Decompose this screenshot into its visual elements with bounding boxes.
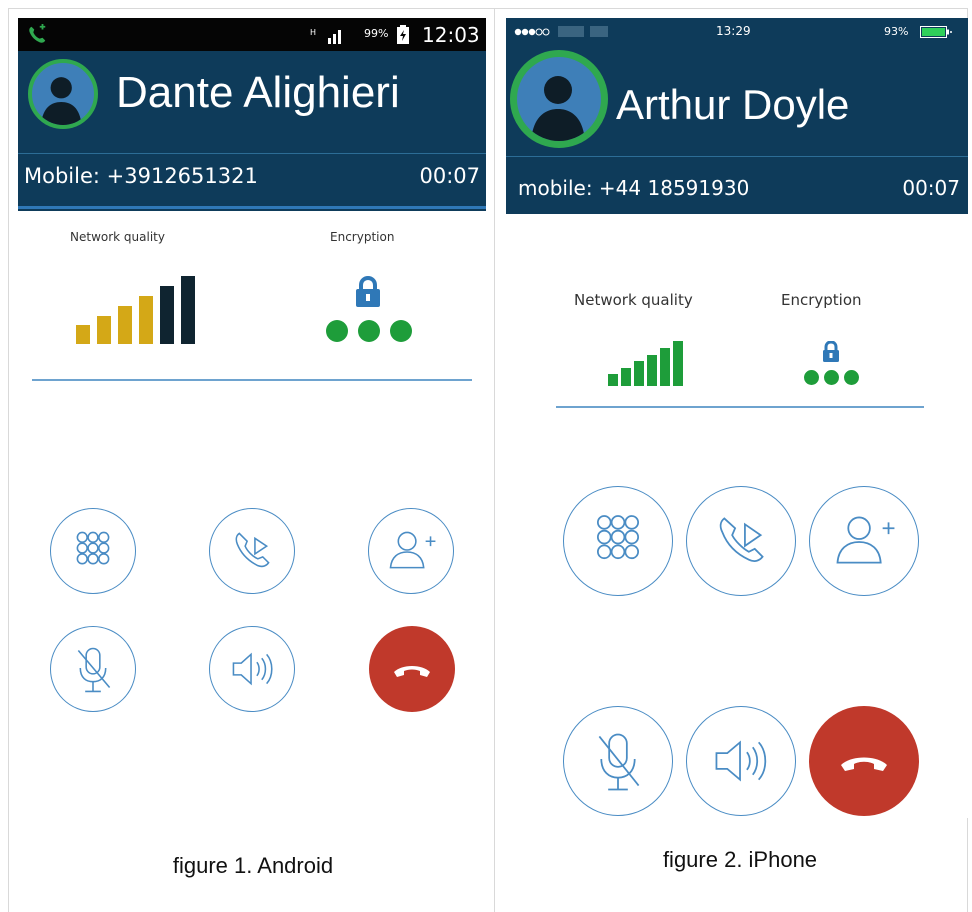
svg-text:H: H [310, 28, 316, 37]
encryption-label: Encryption [781, 291, 862, 309]
signal-bar-1 [608, 374, 618, 386]
network-quality-label: Network quality [70, 230, 165, 244]
encryption-dot-2 [824, 370, 839, 385]
end-call-button[interactable] [369, 626, 455, 712]
lock-icon [823, 341, 839, 362]
phone-play-icon [235, 532, 270, 568]
signal-bar-2 [97, 316, 111, 344]
quality-divider [32, 379, 472, 381]
network-type-label [590, 26, 608, 37]
mute-button[interactable] [50, 626, 136, 712]
add-contact-button[interactable] [368, 508, 454, 594]
network-quality-bars [76, 276, 196, 344]
signal-bar-5 [660, 348, 670, 386]
phone-number: Mobile: +3912651321 [24, 164, 258, 188]
contact-name: Arthur Doyle [616, 81, 850, 128]
signal-dots-icon [514, 28, 550, 36]
speaker-button[interactable] [686, 706, 796, 816]
contact-name: Dante Alighieri [116, 68, 400, 117]
table-border-top [8, 8, 968, 9]
header-bottom-line [18, 206, 486, 209]
table-border-middle [494, 8, 495, 912]
table-border-left [8, 8, 9, 912]
end-call-button[interactable] [809, 706, 919, 816]
signal-bar-3 [118, 306, 132, 344]
network-quality-label: Network quality [574, 291, 693, 309]
speaker-icon [232, 652, 273, 686]
iphone-screen: 13:29 93% Arthur Doyle mobile: +44 18591… [506, 18, 968, 818]
add-user-icon [389, 531, 436, 569]
add-contact-button[interactable] [809, 486, 919, 596]
phone-play-icon [719, 517, 764, 562]
person-silhouette-icon [40, 77, 82, 125]
phone-call-status-icon [29, 24, 46, 43]
encryption-dots [804, 370, 864, 386]
person-silhouette-icon [531, 76, 585, 141]
keypad-icon [76, 531, 110, 565]
signal-bar-1 [76, 325, 90, 344]
add-user-icon [836, 516, 895, 564]
figure-table: H 99% 12:03 Dante Alighieri Mobile: +391… [0, 0, 972, 912]
header-separator [18, 153, 486, 154]
android-call-header: Dante Alighieri Mobile: +3912651321 00:0… [18, 51, 486, 211]
android-screen: H 99% 12:03 Dante Alighieri Mobile: +391… [18, 18, 486, 738]
keypad-button[interactable] [563, 486, 673, 596]
encryption-dot-1 [804, 370, 819, 385]
keypad-icon [596, 515, 640, 560]
signal-bar-3 [634, 361, 644, 386]
call-transfer-button[interactable] [209, 508, 295, 594]
status-time: 13:29 [716, 24, 751, 38]
speaker-button[interactable] [209, 626, 295, 712]
network-quality-bars [608, 341, 688, 386]
mute-button[interactable] [563, 706, 673, 816]
iphone-status-bar: 13:29 93% [506, 18, 968, 46]
speaker-icon [715, 740, 767, 782]
encryption-dots [326, 320, 416, 344]
call-transfer-button[interactable] [686, 486, 796, 596]
signal-bar-5 [160, 286, 174, 344]
iphone-call-header: Arthur Doyle mobile: +44 18591930 00:07 [506, 46, 968, 214]
phone-number: mobile: +44 18591930 [518, 176, 750, 200]
keypad-button[interactable] [50, 508, 136, 594]
encryption-dot-2 [358, 320, 380, 342]
mic-off-icon [598, 733, 640, 791]
signal-bar-4 [647, 355, 657, 386]
encryption-dot-3 [390, 320, 412, 342]
battery-percent: 99% [364, 27, 389, 40]
end-call-icon [841, 757, 887, 771]
lock-icon [356, 276, 380, 307]
signal-bar-6 [673, 341, 683, 386]
encryption-label: Encryption [330, 230, 395, 244]
signal-status-icon: H [310, 28, 341, 44]
battery-icon [397, 25, 409, 44]
header-separator [506, 156, 968, 157]
contact-avatar [510, 50, 608, 148]
signal-bar-2 [621, 368, 631, 386]
encryption-dot-3 [844, 370, 859, 385]
signal-bar-6 [181, 276, 195, 344]
battery-icon [920, 26, 952, 38]
carrier-label [558, 26, 584, 37]
battery-percent: 93% [884, 25, 909, 38]
status-time: 12:03 [422, 23, 480, 47]
android-caption: figure 1. Android [172, 853, 334, 878]
mic-off-icon [77, 647, 111, 693]
call-timer: 00:07 [419, 164, 480, 188]
quality-divider [556, 406, 924, 408]
android-status-bar: H 99% 12:03 [18, 18, 486, 51]
signal-bar-4 [139, 296, 153, 344]
call-timer: 00:07 [902, 176, 960, 200]
encryption-dot-1 [326, 320, 348, 342]
iphone-caption: figure 2. iPhone [662, 847, 818, 872]
contact-avatar [28, 59, 98, 129]
end-call-icon [394, 666, 430, 677]
